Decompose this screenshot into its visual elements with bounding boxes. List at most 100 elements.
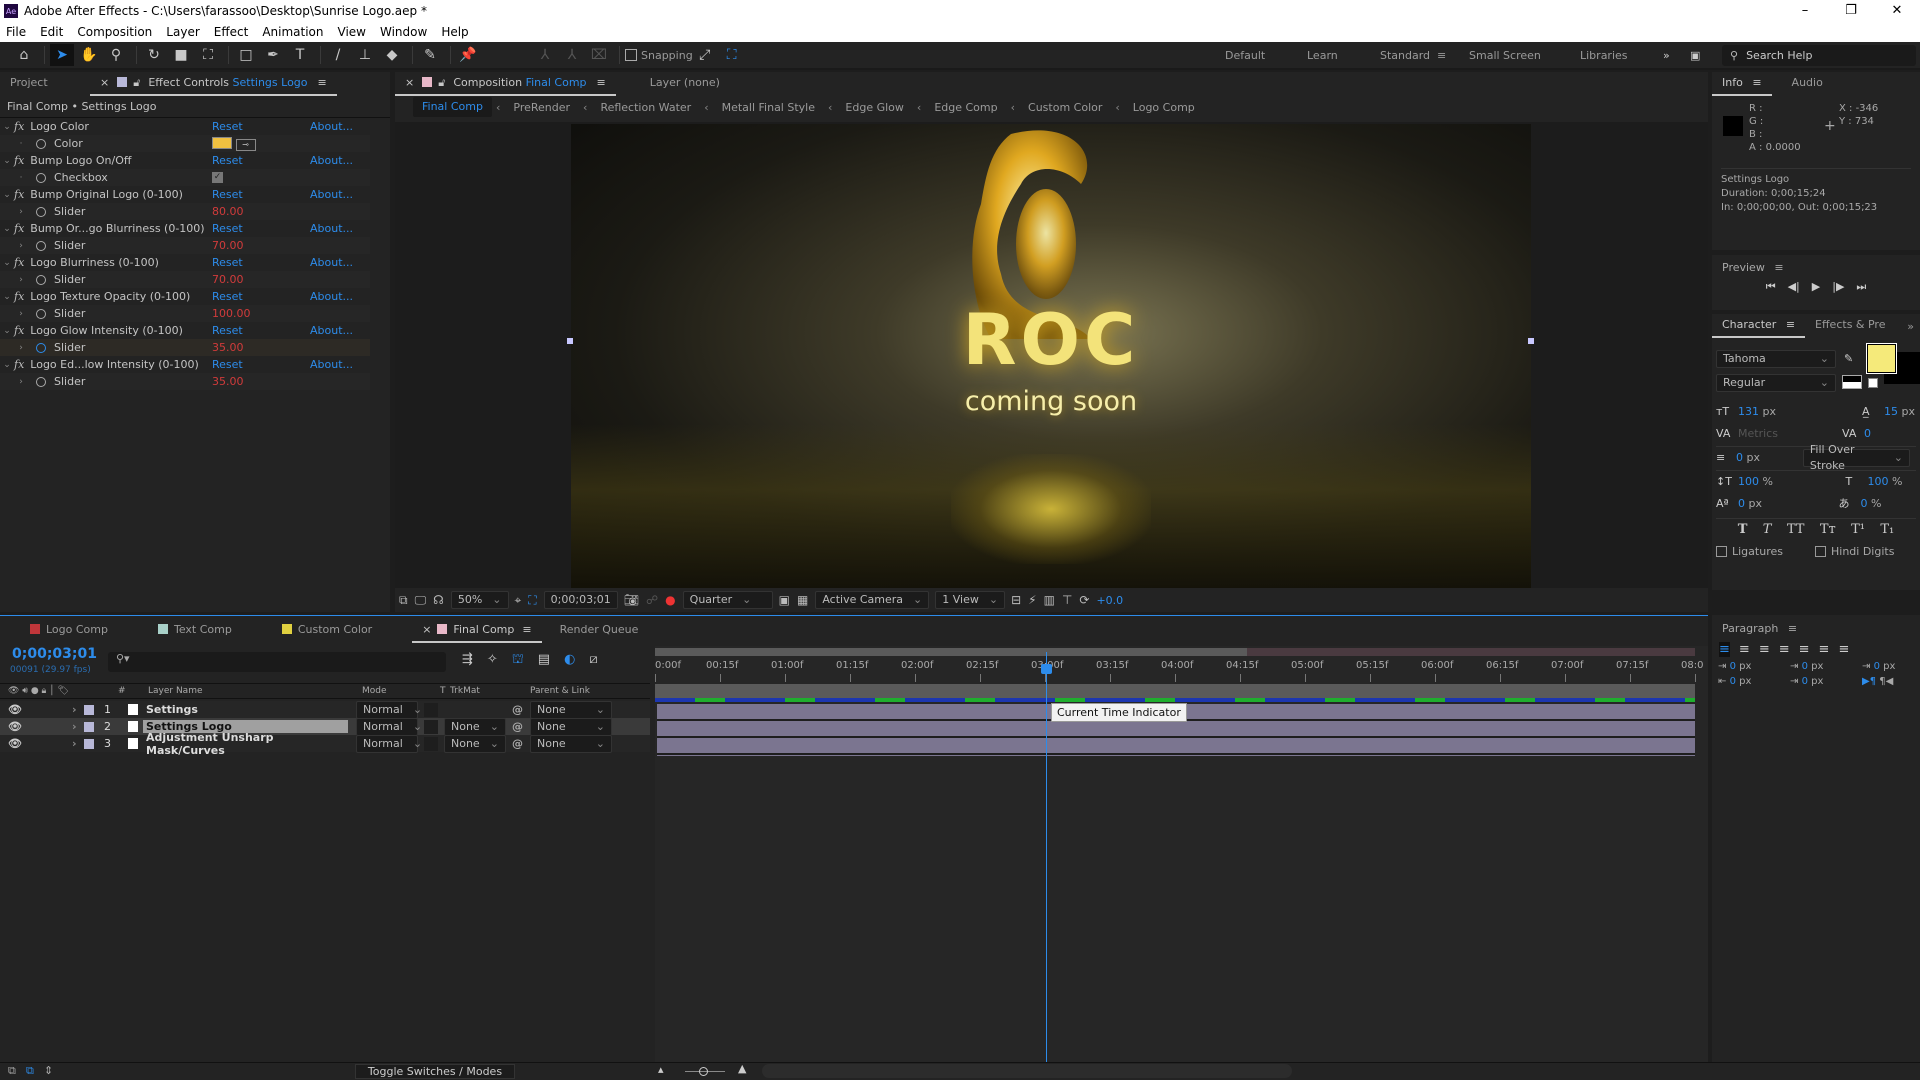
- slider-value[interactable]: 35.00: [212, 341, 244, 354]
- camera-dropdown[interactable]: Active Camera: [815, 591, 930, 609]
- breadcrumb-item[interactable]: Custom Color: [1019, 101, 1111, 114]
- align-left-icon[interactable]: ≡: [1719, 642, 1730, 657]
- graph-editor-icon[interactable]: ⧄: [589, 652, 597, 669]
- toggle-pixel-aspect-icon[interactable]: ⊟: [1011, 593, 1021, 607]
- label-color[interactable]: [84, 738, 94, 749]
- parent-dropdown[interactable]: None: [530, 700, 612, 719]
- workspace-menu-icon[interactable]: ≡: [1437, 42, 1446, 70]
- zoom-tool-icon[interactable]: ⚲: [104, 44, 128, 66]
- view-layout-dropdown[interactable]: 1 View: [935, 591, 1006, 609]
- eyedropper-icon[interactable]: ✎: [1844, 352, 1853, 365]
- clone-stamp-tool-icon[interactable]: ⊥: [353, 44, 377, 66]
- exposure-value[interactable]: +0.0: [1096, 594, 1123, 607]
- tab-composition[interactable]: × 🔓︎ Composition Final Comp ≡: [395, 72, 616, 96]
- stopwatch-icon[interactable]: [36, 138, 46, 149]
- snap-features-icon[interactable]: ⛶: [720, 44, 744, 66]
- stroke-mode-dropdown[interactable]: Fill Over Stroke: [1802, 443, 1910, 472]
- effect-header[interactable]: ⌄ fx Bump Logo On/Off Reset About...: [0, 152, 370, 169]
- stopwatch-icon[interactable]: [36, 342, 46, 353]
- fast-previews-icon[interactable]: ▣: [779, 593, 790, 607]
- effect-header[interactable]: ⌄ fx Logo Color Reset About...: [0, 118, 370, 135]
- baseline-shift-value[interactable]: 0: [1738, 497, 1745, 510]
- about-link[interactable]: About...: [310, 120, 353, 133]
- timeline-tab[interactable]: Render Queue: [550, 619, 649, 643]
- tab-layer[interactable]: Layer (none): [640, 72, 730, 96]
- expand-chevron-icon[interactable]: ›: [72, 720, 84, 733]
- kerning-value[interactable]: Metrics: [1738, 427, 1842, 440]
- track-matte-dropdown[interactable]: None: [444, 734, 506, 753]
- visibility-eye-icon[interactable]: 👁︎: [8, 720, 72, 733]
- small-caps-button[interactable]: Tт: [1820, 522, 1836, 537]
- eraser-tool-icon[interactable]: ◆: [380, 44, 404, 66]
- more-workspaces-icon[interactable]: »: [1663, 42, 1670, 70]
- effect-header[interactable]: ⌄ fx Logo Texture Opacity (0-100) Reset Abou…: [0, 288, 370, 305]
- blend-mode-dropdown[interactable]: Normal: [356, 734, 418, 753]
- track-matte-dropdown[interactable]: None: [444, 717, 506, 736]
- layer-row[interactable]: 👁︎ › 3 Adjustment Unsharp Mask/Curves No…: [0, 731, 650, 757]
- layer-name[interactable]: Settings: [143, 703, 348, 716]
- pick-whip-icon[interactable]: @: [512, 703, 530, 716]
- expand-chevron-icon[interactable]: ›: [72, 703, 84, 716]
- preserve-transparency-toggle[interactable]: [424, 719, 438, 734]
- expand-chevron-icon[interactable]: ›: [72, 737, 84, 750]
- column-mode[interactable]: Mode: [362, 686, 440, 696]
- draft-3d-icon[interactable]: ✧: [487, 652, 498, 669]
- stopwatch-icon[interactable]: [36, 274, 46, 285]
- snapshot-icon[interactable]: 📷︎: [624, 593, 639, 607]
- pan-behind-tool-icon[interactable]: ⛶: [196, 44, 220, 66]
- channels-icon[interactable]: ●: [665, 593, 675, 607]
- about-link[interactable]: About...: [310, 154, 353, 167]
- layer-row[interactable]: 👁︎ › 1 Settings Normal @ None: [0, 700, 650, 719]
- hindi-digits-checkbox[interactable]: [1815, 545, 1826, 557]
- slider-value[interactable]: 70.00: [212, 239, 244, 252]
- reset-link[interactable]: Reset: [212, 256, 243, 269]
- slider-value[interactable]: 70.00: [212, 273, 244, 286]
- region-of-interest-icon[interactable]: ⛶: [528, 593, 536, 608]
- breadcrumb-item[interactable]: Metall Final Style: [713, 101, 824, 114]
- time-ruler[interactable]: 0:00f00:15f01:00f01:15f02:00f02:15f03:00…: [655, 660, 1703, 682]
- time-navigator[interactable]: [655, 648, 1695, 656]
- frame-blending-icon[interactable]: ▤: [538, 652, 550, 669]
- about-link[interactable]: About...: [310, 188, 353, 201]
- tsume-value[interactable]: 0: [1861, 497, 1868, 510]
- blend-mode-dropdown[interactable]: Normal: [356, 717, 418, 736]
- preserve-transparency-toggle[interactable]: [424, 736, 438, 751]
- reset-link[interactable]: Reset: [212, 120, 243, 133]
- preserve-transparency-toggle[interactable]: [424, 702, 438, 717]
- tab-project[interactable]: Project: [0, 72, 90, 96]
- all-caps-button[interactable]: TT: [1787, 522, 1805, 537]
- tab-audio[interactable]: Audio: [1782, 72, 1833, 96]
- stopwatch-icon[interactable]: [36, 308, 46, 319]
- brush-tool-icon[interactable]: /: [326, 44, 350, 66]
- stopwatch-icon[interactable]: [36, 376, 46, 387]
- rtl-direction-icon[interactable]: ¶◀: [1879, 676, 1893, 687]
- slider-value[interactable]: 80.00: [212, 205, 244, 218]
- toggle-switches-modes-button[interactable]: Toggle Switches / Modes: [355, 1064, 515, 1079]
- faux-italic-button[interactable]: T: [1763, 522, 1772, 537]
- reset-link[interactable]: Reset: [212, 324, 243, 337]
- timeline-icon[interactable]: ▥: [1044, 593, 1055, 607]
- reset-link[interactable]: Reset: [212, 290, 243, 303]
- breadcrumb-item[interactable]: Reflection Water: [591, 101, 700, 114]
- timeline-scrollbar[interactable]: [762, 1064, 1292, 1078]
- timeline-timecode[interactable]: 0;00;03;01: [12, 646, 97, 662]
- flowchart-icon[interactable]: ⊤: [1062, 593, 1072, 607]
- justify-center-icon[interactable]: ≡: [1799, 642, 1810, 657]
- about-link[interactable]: About...: [310, 256, 353, 269]
- show-snapshot-icon[interactable]: ☍: [646, 593, 658, 607]
- color-picker[interactable]: ⊸: [212, 136, 256, 151]
- layer-search-input[interactable]: ⚲▾: [108, 652, 446, 672]
- local-axis-icon[interactable]: ⅄: [533, 44, 557, 66]
- tab-character[interactable]: Character ≡: [1712, 314, 1806, 338]
- layer-name[interactable]: Adjustment Unsharp Mask/Curves: [143, 731, 348, 757]
- column-layer-name[interactable]: Layer Name: [148, 686, 362, 696]
- blend-mode-dropdown[interactable]: Normal: [356, 700, 418, 719]
- menu-window[interactable]: Window: [380, 25, 427, 39]
- viewer-area[interactable]: ROC coming soon: [395, 122, 1708, 588]
- reset-exposure-icon[interactable]: ⟳: [1079, 593, 1089, 607]
- pick-whip-icon[interactable]: @: [512, 737, 530, 750]
- faux-bold-button[interactable]: T: [1738, 522, 1748, 537]
- shy-layers-icon[interactable]: ⛫: [512, 652, 524, 669]
- timeline-graph[interactable]: 0:00f00:15f01:00f01:15f02:00f02:15f03:00…: [655, 646, 1708, 1063]
- breadcrumb-item[interactable]: Edge Comp: [925, 101, 1006, 114]
